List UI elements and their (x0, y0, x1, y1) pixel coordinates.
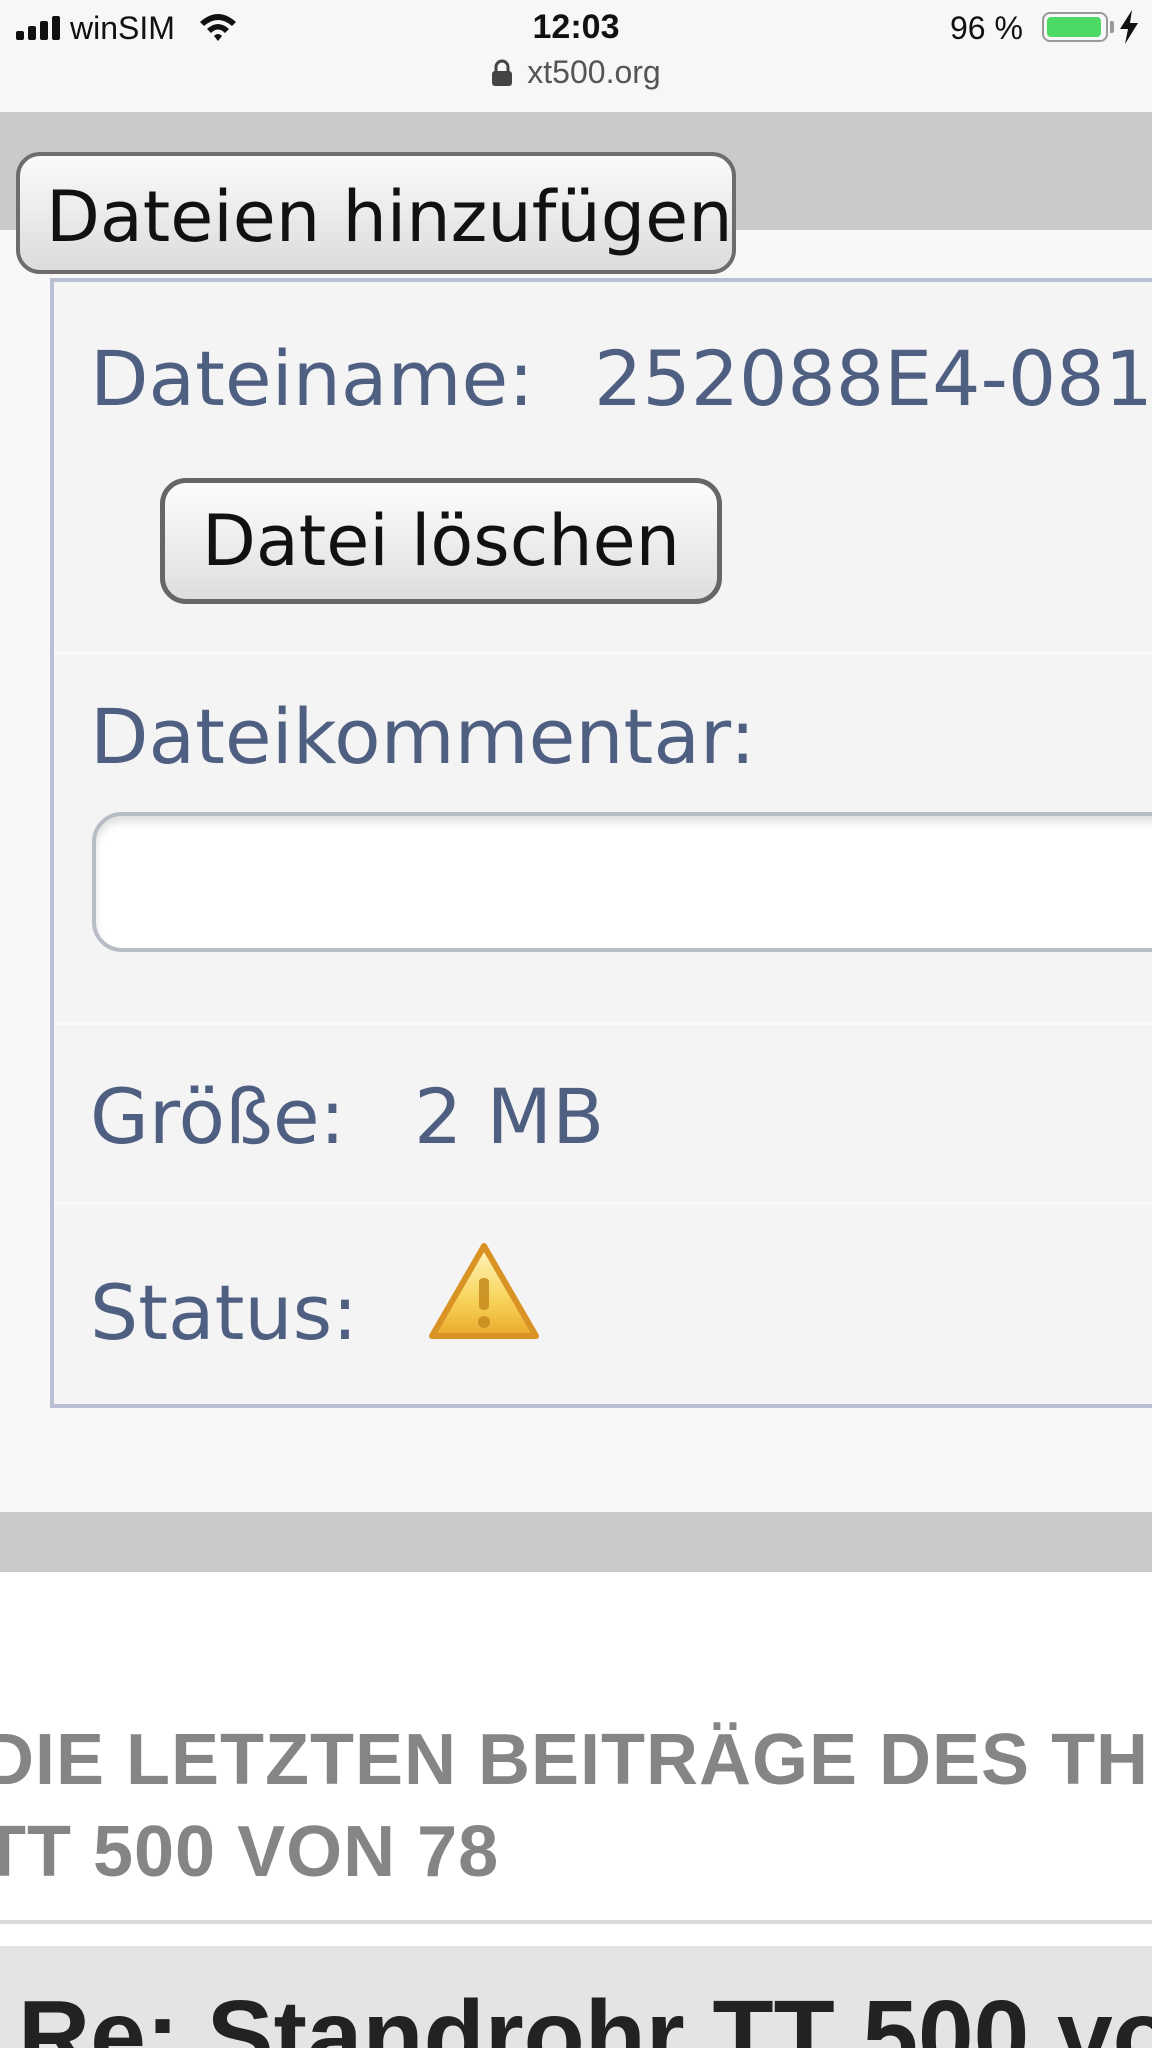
attachment-panel: Dateiname: 252088E4-081 Datei löschen Da… (50, 278, 1152, 1408)
comment-label: Dateikommentar: (90, 692, 756, 781)
size-label: Größe: (90, 1072, 346, 1161)
page: winSIM 12:03 96 % xt500.org Dateien hinz… (0, 0, 1152, 2048)
delete-file-button[interactable]: Datei löschen (160, 478, 722, 604)
filename-label: Dateiname: (90, 334, 534, 423)
section-separator (0, 1512, 1152, 1572)
battery-level-fill (1047, 17, 1101, 37)
battery-tip (1110, 21, 1114, 33)
divider (0, 1920, 1152, 1924)
warning-icon (429, 1243, 539, 1339)
upload-toolbar: Dateien hinzufügen (0, 112, 1152, 274)
charging-bolt-icon (1120, 10, 1138, 44)
url-text: xt500.org (527, 54, 661, 90)
post-header: Re: Standrohr TT 500 vo (0, 1946, 1152, 2048)
status-row: Status: (54, 1202, 1152, 1408)
attachment-section: Dateiname: 252088E4-081 Datei löschen Da… (0, 230, 1152, 1512)
size-row: Größe: 2 MB (54, 1022, 1152, 1205)
filename-row: Dateiname: 252088E4-081 Datei löschen (54, 282, 1152, 655)
heading-line-1: DIE LETZTEN BEITRÄGE DES TH (0, 1720, 1150, 1800)
recent-posts-heading: DIE LETZTEN BEITRÄGE DES TH TT 500 VON 7… (0, 1714, 1152, 1898)
add-files-button[interactable]: Dateien hinzufügen (16, 152, 736, 274)
lock-icon (492, 59, 513, 86)
battery-percent: 96 % (950, 10, 1023, 46)
status-bar: winSIM 12:03 96 % xt500.org (0, 0, 1152, 112)
size-value: 2 MB (414, 1072, 605, 1161)
heading-line-2: TT 500 VON 78 (0, 1812, 500, 1892)
status-label: Status: (90, 1268, 358, 1357)
recent-posts-section: DIE LETZTEN BEITRÄGE DES TH TT 500 VON 7… (0, 1572, 1152, 2048)
battery-icon (1042, 12, 1108, 42)
filename-value: 252088E4-081 (594, 334, 1152, 423)
file-comment-input[interactable] (92, 812, 1152, 952)
address-bar[interactable]: xt500.org (0, 54, 1152, 91)
post-title-link[interactable]: Re: Standrohr TT 500 vo (18, 1986, 1152, 2048)
